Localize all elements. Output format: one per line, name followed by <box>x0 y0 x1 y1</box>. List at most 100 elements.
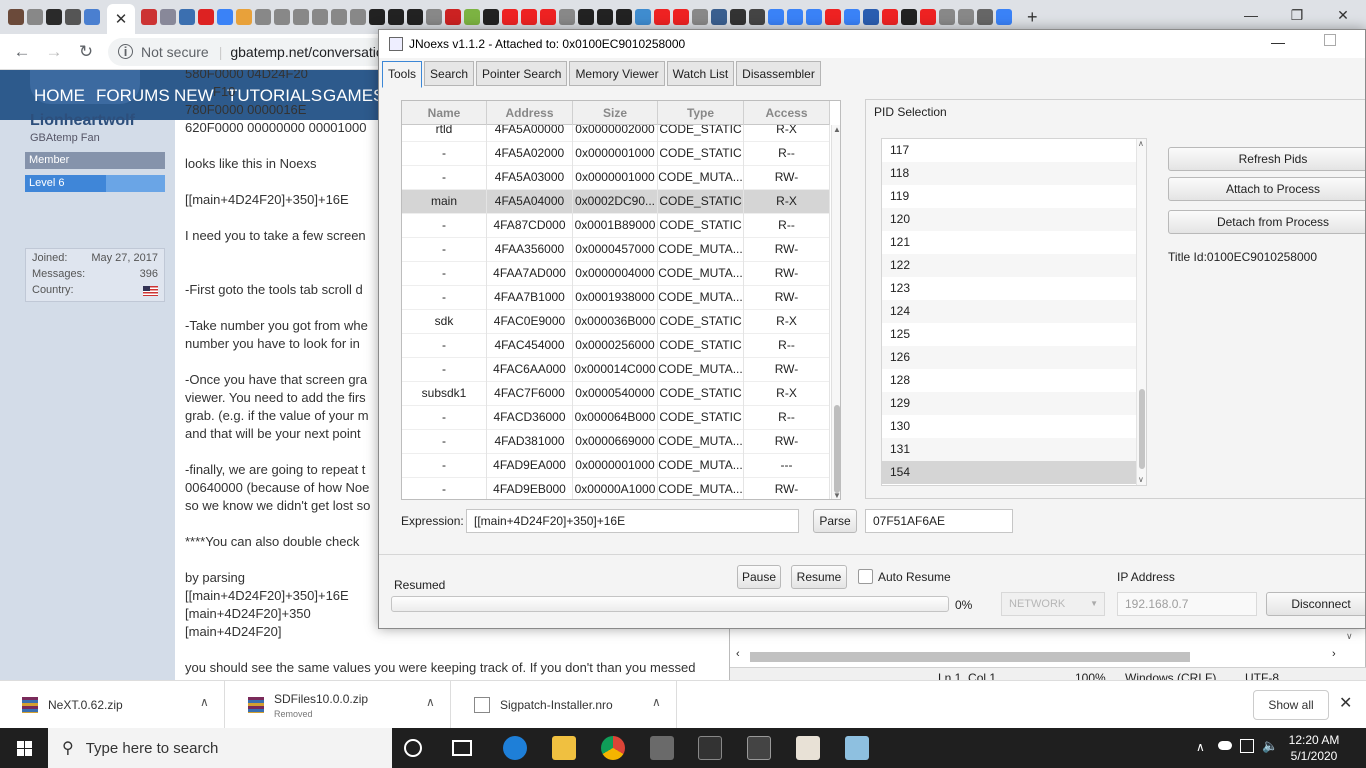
forward-icon[interactable]: → <box>38 42 70 62</box>
cortana-icon[interactable] <box>404 739 422 757</box>
clock[interactable]: 12:20 AM 5/1/2020 <box>1284 732 1344 764</box>
scroll-thumb[interactable] <box>1139 389 1145 469</box>
chevron-up-icon[interactable]: ∧ <box>200 695 209 709</box>
pid-item[interactable]: 154 <box>882 461 1136 484</box>
tab-favicon[interactable] <box>787 9 803 25</box>
new-tab-button[interactable]: + <box>1027 7 1038 28</box>
table-row[interactable]: sdk 4FAC0E9000 0x000036B000 CODE_STATIC R-X <box>402 310 830 334</box>
tab-memory-viewer[interactable]: Memory Viewer <box>569 61 665 86</box>
auto-resume-checkbox[interactable] <box>858 569 873 584</box>
disconnect-button[interactable]: Disconnect <box>1266 592 1365 616</box>
table-row[interactable]: -4FACD36000 0x000064B000 CODE_STATIC R-- <box>402 406 830 430</box>
scroll-left-icon[interactable]: ‹ <box>736 648 740 660</box>
tab-favicon[interactable] <box>863 9 879 25</box>
pid-item[interactable]: 121 <box>882 231 1136 254</box>
scroll-up-icon[interactable]: ∨ <box>1346 631 1353 642</box>
scroll-down-icon[interactable]: ∨ <box>1138 475 1144 484</box>
refresh-pids-button[interactable]: Refresh Pids <box>1168 147 1365 171</box>
task-view-icon[interactable] <box>452 740 472 756</box>
scroll-up-icon[interactable]: ▲ <box>833 125 840 134</box>
scroll-down-icon[interactable]: ▼ <box>833 491 840 499</box>
pid-item[interactable]: 131 <box>882 438 1136 461</box>
tab-favicon[interactable] <box>27 9 43 25</box>
table-row[interactable]: -4FA87CD000 0x0001B89000 CODE_STATIC R-- <box>402 214 830 238</box>
tab-favicon[interactable] <box>996 9 1012 25</box>
info-icon[interactable]: i <box>118 44 133 59</box>
back-icon[interactable]: ← <box>6 42 38 62</box>
column-type[interactable]: Type <box>658 101 744 125</box>
restore-icon[interactable]: ❐ <box>1274 0 1320 30</box>
chevron-up-icon[interactable]: ∧ <box>426 695 435 709</box>
active-tab[interactable]: ✕ <box>107 4 135 34</box>
tab-favicon[interactable] <box>939 9 955 25</box>
tab-favicon[interactable] <box>84 9 100 25</box>
tab-favicon[interactable] <box>806 9 822 25</box>
show-all-button[interactable]: Show all <box>1253 690 1329 720</box>
tab-disassembler[interactable]: Disassembler <box>736 61 821 86</box>
pid-item[interactable]: 125 <box>882 323 1136 346</box>
pid-item[interactable]: 124 <box>882 300 1136 323</box>
scroll-right-icon[interactable]: › <box>1332 648 1336 660</box>
table-row[interactable]: subsdk1 4FAC7F6000 0x0000540000 CODE_STATIC… <box>402 382 830 406</box>
pid-item[interactable]: 117 <box>882 139 1136 162</box>
tab-favicon[interactable] <box>730 9 746 25</box>
tab-favicon[interactable] <box>654 9 670 25</box>
switch-icon[interactable] <box>698 736 722 760</box>
tab-favicon[interactable] <box>635 9 651 25</box>
close-window-icon[interactable]: ✕ <box>1320 0 1366 30</box>
cloud-icon[interactable] <box>1218 741 1232 750</box>
minimize-icon[interactable]: — <box>1228 0 1274 30</box>
attach-button[interactable]: Attach to Process <box>1168 177 1365 201</box>
tab-favicon[interactable] <box>958 9 974 25</box>
tab-favicon[interactable] <box>331 9 347 25</box>
tab-favicon[interactable] <box>426 9 442 25</box>
start-button[interactable] <box>0 728 48 768</box>
tab-pointer-search[interactable]: Pointer Search <box>476 61 568 86</box>
pid-item[interactable]: 118 <box>882 162 1136 185</box>
tab-favicon[interactable] <box>502 9 518 25</box>
table-scrollbar[interactable]: ▲ ▼ <box>831 125 840 499</box>
chevron-up-icon[interactable]: ∧ <box>652 695 661 709</box>
network-icon[interactable] <box>1240 739 1254 753</box>
table-row[interactable]: -4FAD9EA000 0x0000001000 CODE_MUTA... --- <box>402 454 830 478</box>
tab-search[interactable]: Search <box>424 61 475 86</box>
tab-favicon[interactable] <box>141 9 157 25</box>
table-row[interactable]: main 4FA5A04000 0x0002DC90... CODE_STATIC R-… <box>402 190 830 214</box>
tab-favicon[interactable] <box>711 9 727 25</box>
volume-icon[interactable]: 🔈 <box>1262 738 1278 754</box>
chrome-icon[interactable] <box>601 736 625 760</box>
table-row[interactable]: -4FAD9EB000 0x00000A1000 CODE_MUTA... RW- <box>402 478 830 499</box>
calculator-icon[interactable] <box>747 736 771 760</box>
table-row[interactable]: -4FAA356000 0x0000457000 CODE_MUTA... RW- <box>402 238 830 262</box>
column-address[interactable]: Address <box>487 101 573 125</box>
tab-favicon[interactable] <box>198 9 214 25</box>
tab-favicon[interactable] <box>749 9 765 25</box>
tab-favicon[interactable] <box>46 9 62 25</box>
steam-icon[interactable] <box>650 736 674 760</box>
horizontal-scrollbar[interactable]: ‹ › <box>736 648 1356 663</box>
tab-favicon[interactable] <box>578 9 594 25</box>
parse-button[interactable]: Parse <box>813 509 857 533</box>
tab-favicon[interactable] <box>369 9 385 25</box>
table-row[interactable]: -4FA5A03000 0x0000001000 CODE_MUTA... RW- <box>402 166 830 190</box>
table-row[interactable]: -4FAA7AD000 0x0000004000 CODE_MUTA... RW- <box>402 262 830 286</box>
tab-favicon[interactable] <box>597 9 613 25</box>
tab-favicon[interactable] <box>8 9 24 25</box>
pid-item[interactable]: 120 <box>882 208 1136 231</box>
tab-favicon[interactable] <box>217 9 233 25</box>
tab-favicon[interactable] <box>464 9 480 25</box>
java-icon[interactable] <box>796 736 820 760</box>
parse-result-field[interactable] <box>865 509 1013 533</box>
tab-favicon[interactable] <box>616 9 632 25</box>
tab-favicon[interactable] <box>483 9 499 25</box>
resume-button[interactable]: Resume <box>791 565 847 589</box>
nav-forums[interactable]: FORUMS <box>96 86 170 106</box>
tab-favicon[interactable] <box>388 9 404 25</box>
tab-favicon[interactable] <box>312 9 328 25</box>
tab-favicon[interactable] <box>844 9 860 25</box>
scroll-thumb[interactable] <box>750 652 1190 662</box>
detach-button[interactable]: Detach from Process <box>1168 210 1365 234</box>
maximize-icon[interactable] <box>1324 34 1336 46</box>
notepad-icon[interactable] <box>845 736 869 760</box>
minimize-icon[interactable]: — <box>1271 34 1285 50</box>
